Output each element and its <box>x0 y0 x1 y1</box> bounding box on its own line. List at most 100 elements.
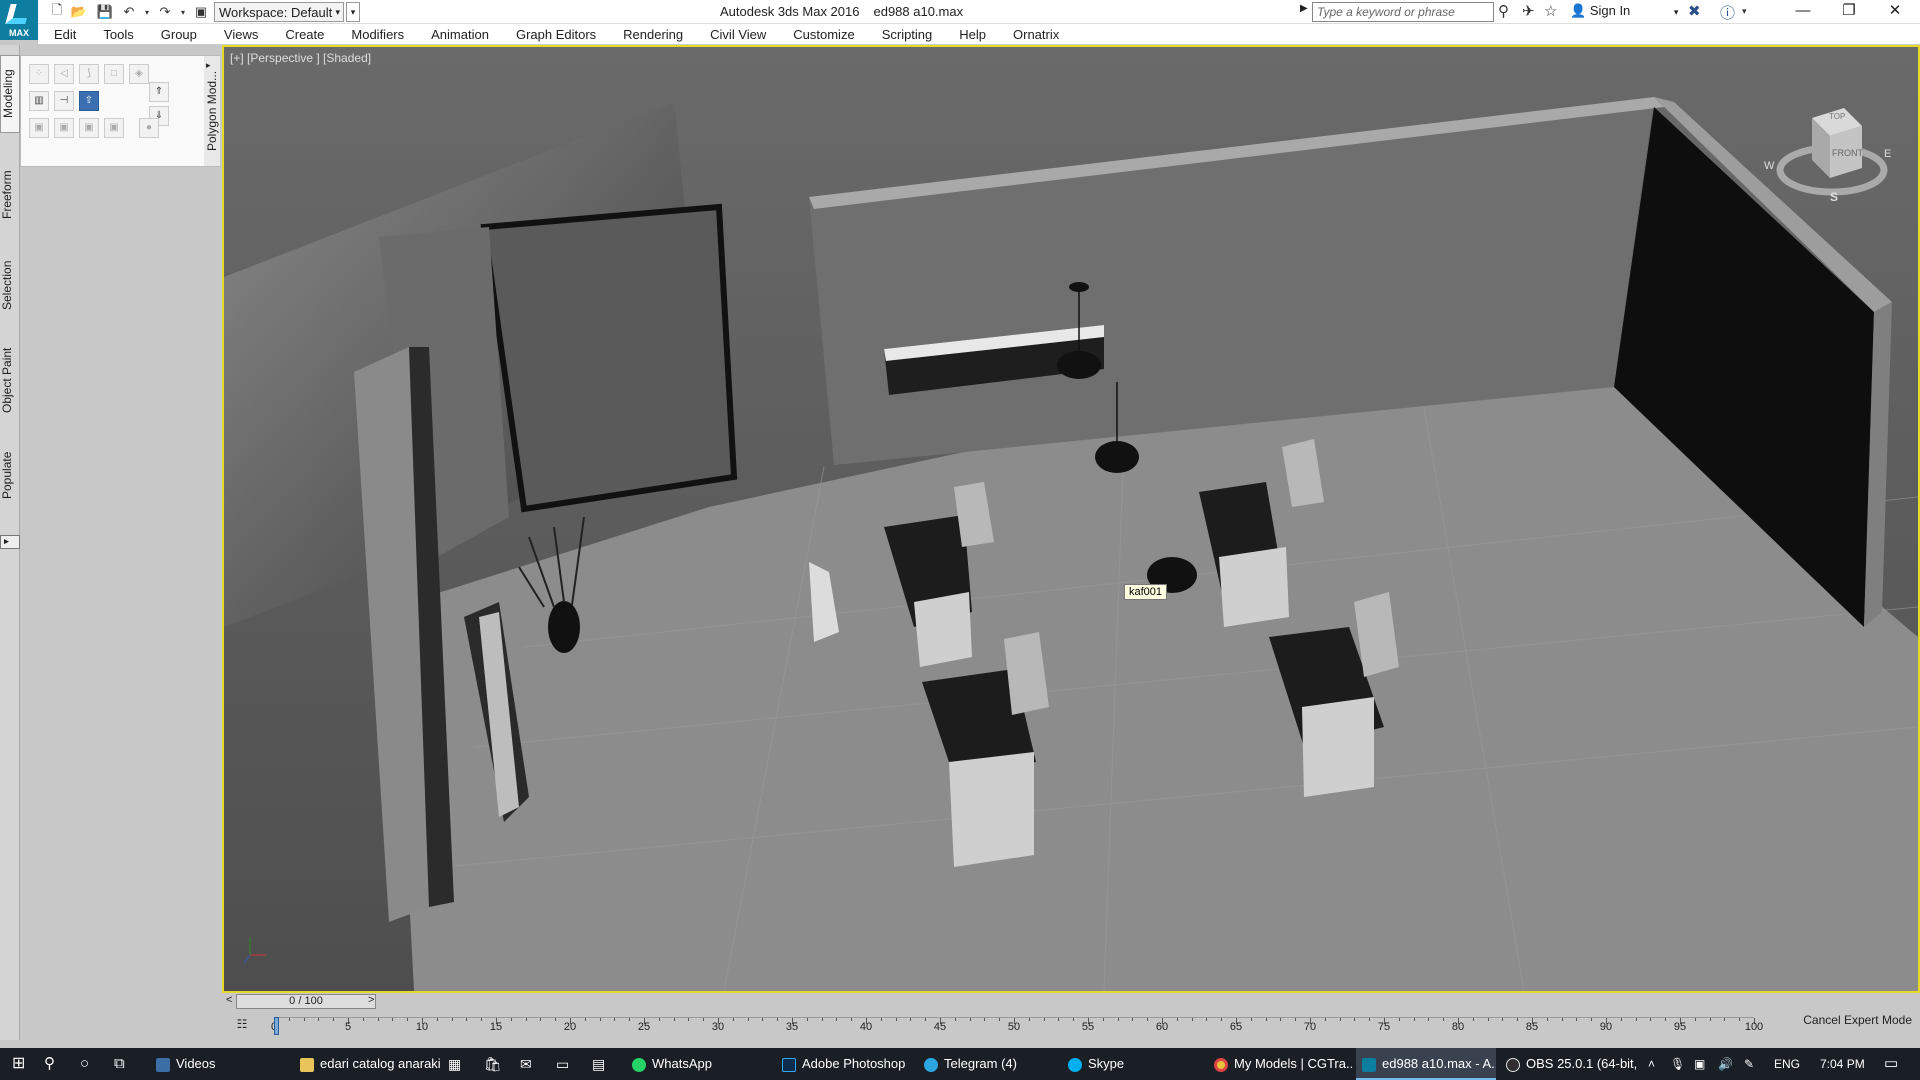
tab-selection[interactable]: Selection <box>0 245 20 325</box>
menu-help[interactable]: Help <box>943 24 997 45</box>
favorites-star-icon[interactable]: ☆ <box>1544 2 1557 20</box>
new-file-icon[interactable]: 🗋 <box>48 2 66 21</box>
preview-off-icon[interactable]: ▣ <box>79 118 99 138</box>
curve-editor-icon[interactable]: ☷ <box>232 1017 252 1033</box>
viewcube[interactable]: TOP FRONT W E S <box>1762 98 1892 208</box>
move-up-icon[interactable]: ⇑ <box>149 82 169 102</box>
panel-expand-icon[interactable]: ▸ <box>206 60 211 71</box>
cortana-icon[interactable]: ○ <box>80 1048 89 1080</box>
timeline-cursor[interactable] <box>274 1017 279 1035</box>
close-icon[interactable]: ✕ <box>1872 0 1918 24</box>
time-slider-next[interactable]: > <box>368 994 374 1006</box>
task-view-icon[interactable]: ⧉ <box>114 1048 125 1080</box>
taskbar-videos[interactable]: Videos <box>150 1048 290 1080</box>
redo-icon[interactable]: ↷ <box>156 3 174 21</box>
taskbar-3dsmax[interactable]: ed988 a10.max - A... <box>1356 1048 1496 1080</box>
taskbar-photoshop[interactable]: Adobe Photoshop ... <box>776 1048 910 1080</box>
project-folder-icon[interactable]: ▣ <box>192 3 210 21</box>
quick-access-more-icon[interactable]: ▾ <box>346 2 360 22</box>
mail-icon[interactable]: ✉ <box>520 1048 532 1080</box>
menu-rendering[interactable]: Rendering <box>607 24 694 45</box>
notifications-icon[interactable]: ▭ <box>1884 1048 1898 1080</box>
element-icon[interactable]: ◈ <box>129 64 149 84</box>
menu-civil-view[interactable]: Civil View <box>694 24 777 45</box>
menu-edit[interactable]: Edit <box>38 24 87 45</box>
search-expand-icon[interactable]: ▶ <box>1300 3 1308 14</box>
microphone-icon[interactable]: 🎙 <box>1670 1048 1685 1080</box>
sign-in-button[interactable]: 👤 Sign In ▾ <box>1570 3 1678 19</box>
taskbar-whatsapp[interactable]: WhatsApp <box>626 1048 776 1080</box>
search-icon[interactable]: ⚲ <box>44 1048 55 1080</box>
preview-icon[interactable]: ▣ <box>29 118 49 138</box>
menu-animation[interactable]: Animation <box>415 24 500 45</box>
menu-views[interactable]: Views <box>208 24 269 45</box>
menu-modifiers[interactable]: Modifiers <box>335 24 415 45</box>
menu-graph-editors[interactable]: Graph Editors <box>500 24 607 45</box>
taskbar-telegram[interactable]: Telegram (4) <box>918 1048 1058 1080</box>
menu-tools[interactable]: Tools <box>87 24 144 45</box>
viewcube-front-label[interactable]: FRONT <box>1832 148 1863 158</box>
store-icon[interactable]: 🛍 <box>484 1048 502 1080</box>
vertex-icon[interactable]: ⁘ <box>29 64 49 84</box>
taskbar-skype[interactable]: Skype <box>1062 1048 1202 1080</box>
help-icon[interactable]: ⓘ <box>1720 2 1735 23</box>
menu-scripting[interactable]: Scripting <box>866 24 944 45</box>
viewcube-east-label[interactable]: E <box>1884 148 1891 160</box>
windows-start-icon[interactable]: ⊞ <box>12 1048 25 1080</box>
tab-freeform[interactable]: Freeform <box>0 155 20 235</box>
undo-dropdown-icon[interactable]: ▾ <box>138 3 156 21</box>
photos-icon[interactable]: ▤ <box>592 1048 605 1080</box>
viewcube-south-label[interactable]: S <box>1830 190 1838 204</box>
help-dropdown-icon[interactable]: ▾ <box>1742 6 1747 17</box>
taskbar-obs[interactable]: OBS 25.0.1 (64-bit, ... <box>1500 1048 1640 1080</box>
clock[interactable]: 7:04 PM <box>1820 1048 1865 1080</box>
ignore-backfacing-icon[interactable]: ▣ <box>104 118 124 138</box>
taskbar-edari-catalog[interactable]: edari catalog anaraki <box>294 1048 444 1080</box>
edge-icon[interactable]: ◁ <box>54 64 74 84</box>
constraint-icon[interactable]: ● <box>139 118 159 138</box>
viewport-label[interactable]: [+] [Perspective ] [Shaded] <box>230 51 371 65</box>
binoculars-icon[interactable]: ⚲ <box>1498 2 1509 20</box>
viewcube-top-label[interactable]: TOP <box>1829 112 1845 121</box>
app-logo[interactable]: MAX <box>0 0 38 40</box>
menu-create[interactable]: Create <box>269 24 335 45</box>
redo-dropdown-icon[interactable]: ▾ <box>174 3 192 21</box>
time-slider[interactable]: 0 / 100 <box>236 994 376 1009</box>
tab-populate[interactable]: Populate <box>0 435 20 515</box>
monitor-icon[interactable]: ▭ <box>556 1048 569 1080</box>
open-file-icon[interactable]: 📂 <box>70 3 88 21</box>
taskbar-chrome-cgtrader[interactable]: My Models | CGTra... <box>1208 1048 1354 1080</box>
network-icon[interactable]: ▣ <box>1694 1048 1705 1080</box>
perspective-viewport[interactable]: [+] [Perspective ] [Shaded] kaf001 <box>222 45 1920 993</box>
menu-group[interactable]: Group <box>145 24 208 45</box>
timeline-track[interactable]: 0510152025303540455055606570758085909510… <box>271 1017 1763 1037</box>
save-icon[interactable]: 💾 <box>96 3 114 21</box>
menu-ornatrix[interactable]: Ornatrix <box>997 24 1070 45</box>
minimize-icon[interactable]: — <box>1780 0 1826 24</box>
language-indicator[interactable]: ENG <box>1774 1048 1800 1080</box>
restore-icon[interactable]: ❐ <box>1826 0 1872 24</box>
workspace-dropdown[interactable]: Workspace: Default ▾ <box>214 2 344 22</box>
undo-icon[interactable]: ↶ <box>120 3 138 21</box>
border-icon[interactable]: ⟆ <box>79 64 99 84</box>
viewcube-west-label[interactable]: W <box>1764 160 1774 172</box>
polygon-icon[interactable]: □ <box>104 64 124 84</box>
tab-object-paint[interactable]: Object Paint <box>0 335 20 425</box>
show-end-result-icon[interactable]: ⇧ <box>79 91 99 111</box>
tab-modeling[interactable]: Modeling <box>0 55 20 133</box>
pin-stack-icon[interactable]: ⊣ <box>54 91 74 111</box>
ribbon-toggle-icon[interactable]: ◂ <box>0 535 20 549</box>
tab-polygon-modeling[interactable]: Polygon Mod... <box>204 56 220 166</box>
exchange-apps-icon[interactable]: ✖ <box>1688 2 1701 20</box>
volume-icon[interactable]: 🔊 <box>1718 1048 1733 1080</box>
preview-selection-icon[interactable]: ▣ <box>54 118 74 138</box>
pen-icon[interactable]: ✎ <box>1744 1048 1754 1080</box>
calculator-icon[interactable]: ▦ <box>448 1048 461 1080</box>
modifier-list-icon[interactable]: ▥ <box>29 91 49 111</box>
communication-center-icon[interactable]: ✈ <box>1522 2 1535 20</box>
tray-overflow-icon[interactable]: ˄ <box>1648 1048 1655 1080</box>
menu-customize[interactable]: Customize <box>777 24 865 45</box>
cancel-expert-mode-button[interactable]: Cancel Expert Mode <box>1803 1013 1912 1027</box>
time-slider-prev[interactable]: < <box>226 994 232 1006</box>
search-input[interactable]: Type a keyword or phrase <box>1312 2 1494 22</box>
